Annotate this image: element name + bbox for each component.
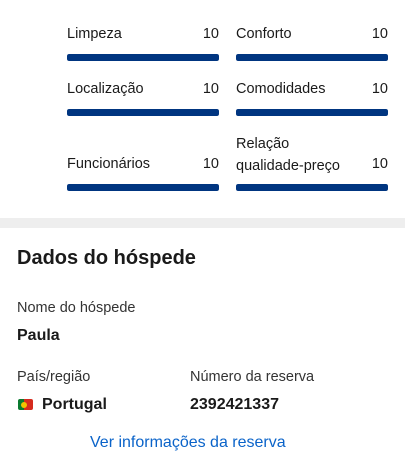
rating-comfort: Conforto 10 [236,24,388,64]
view-booking-details-link[interactable]: Ver informações da reserva [90,434,286,452]
rating-facilities: Comodidades 10 [236,79,388,119]
country-value: Portugal [42,396,107,413]
rating-staff: Funcionários 10 [67,154,219,194]
rating-bar [236,184,388,191]
rating-score: 10 [371,26,388,42]
section-divider [0,218,405,228]
rating-bar [67,54,219,61]
booking-number-label: Número da reserva [190,369,315,385]
rating-label: Relação [236,136,290,152]
rating-bar-fill [67,184,219,191]
rating-label: qualidade-preço [236,158,340,174]
rating-score: 10 [371,156,388,172]
rating-score: 10 [202,81,219,97]
rating-location: Localização 10 [67,79,219,119]
rating-bar-fill [236,109,388,116]
rating-label: Localização [67,81,144,97]
rating-bar [67,184,219,191]
rating-label: Limpeza [67,26,122,42]
rating-score: 10 [202,26,219,42]
rating-bar [67,109,219,116]
booking-number-value: 2392421337 [190,396,279,413]
rating-value-for-money: Relação qualidade-preço 10 [236,132,388,194]
rating-cleanliness: Limpeza 10 [67,24,219,64]
rating-label: Conforto [236,26,292,42]
rating-bar [236,109,388,116]
guest-details-title: Dados do hóspede [17,247,196,269]
guest-name-label: Nome do hóspede [17,300,136,316]
rating-label: Comodidades [236,81,326,97]
rating-score: 10 [202,156,219,172]
rating-label: Funcionários [67,156,151,172]
rating-bar-fill [67,54,219,61]
rating-bar [236,54,388,61]
country-label: País/região [17,369,91,385]
review-scores-grid: Limpeza 10 Conforto 10 Localização 10 Co… [0,0,405,218]
rating-bar-fill [236,54,388,61]
guest-name-value: Paula [17,327,60,344]
portugal-flag-icon [18,399,33,410]
rating-bar-fill [67,109,219,116]
rating-bar-fill [236,184,388,191]
rating-score: 10 [371,81,388,97]
